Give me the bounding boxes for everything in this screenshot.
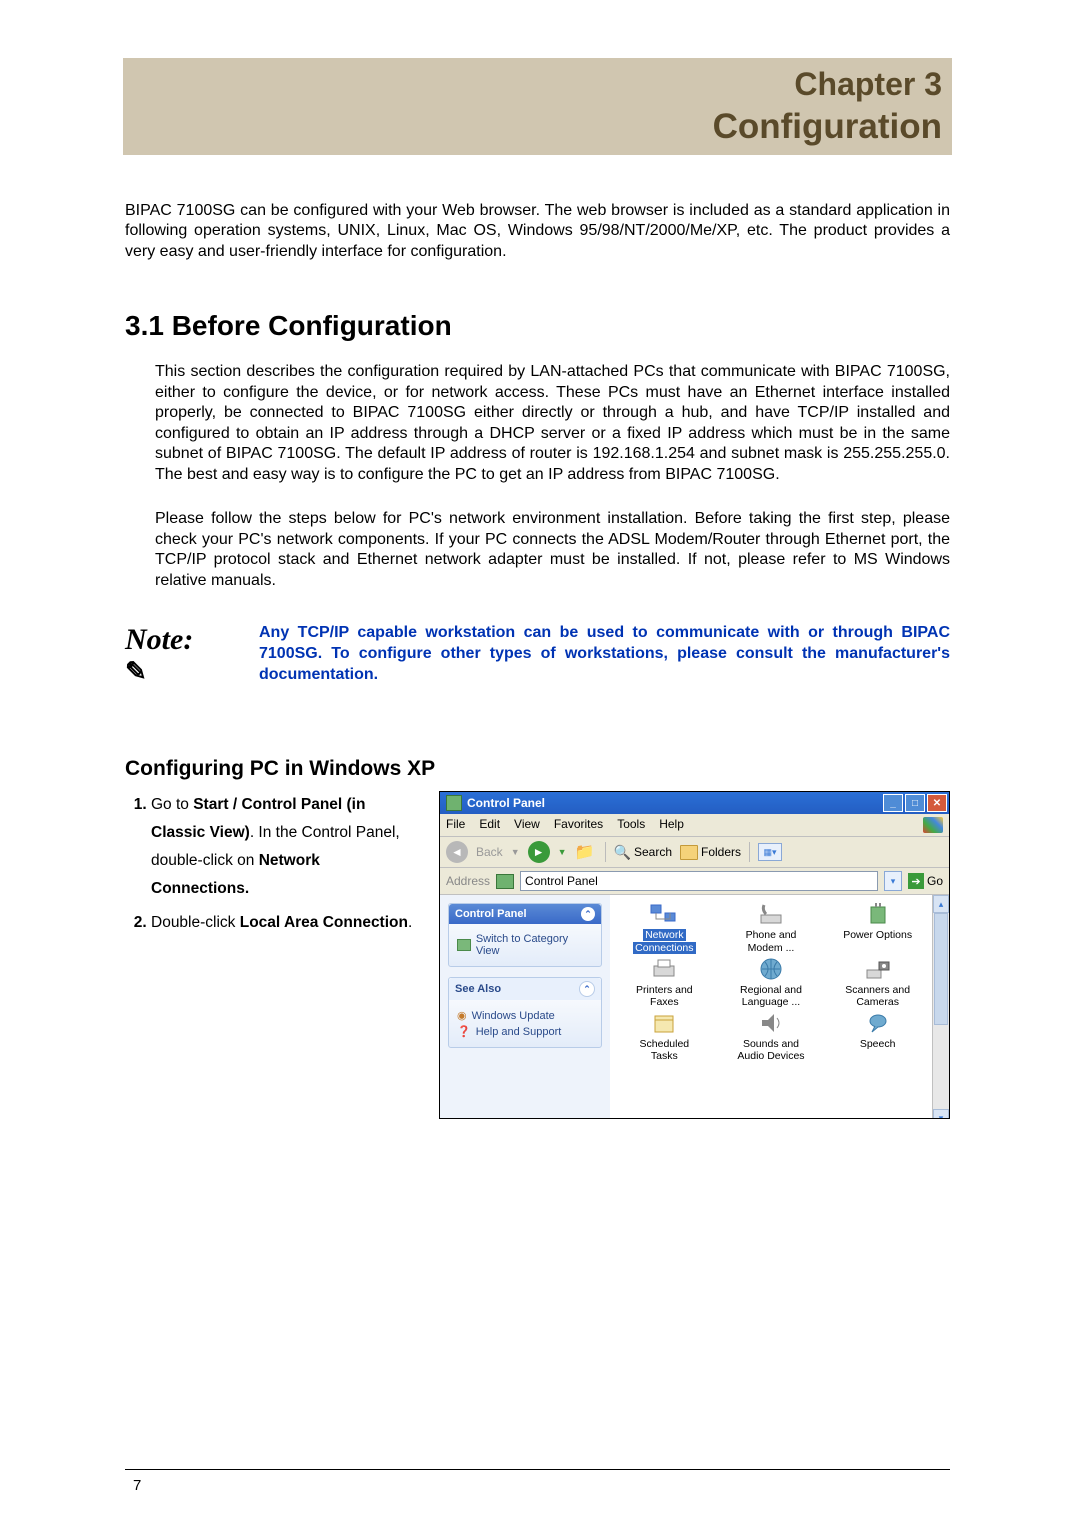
menu-favorites[interactable]: Favorites bbox=[554, 817, 603, 833]
phone-modem-icon bbox=[756, 901, 786, 927]
sounds-icon bbox=[756, 1010, 786, 1036]
cp-item-network-connections[interactable]: NetworkConnections bbox=[612, 901, 717, 953]
maximize-button[interactable]: □ bbox=[905, 794, 925, 812]
chapter-title: Configuration bbox=[123, 107, 942, 147]
scheduled-tasks-icon bbox=[649, 1010, 679, 1036]
address-field[interactable]: Control Panel bbox=[520, 871, 878, 891]
network-connections-icon bbox=[649, 901, 679, 927]
cp-item-power-options[interactable]: Power Options bbox=[825, 901, 930, 953]
close-button[interactable]: ✕ bbox=[927, 794, 947, 812]
windows-update-icon: ◉ bbox=[457, 1009, 467, 1022]
note-block: Note: ✎ Any TCP/IP capable workstation c… bbox=[125, 623, 950, 685]
toolbar: ◄ Back ▼ ► ▼ 📁 🔍Search Folders ▦▾ bbox=[440, 837, 949, 868]
cp-item-regional-language[interactable]: Regional andLanguage ... bbox=[719, 956, 824, 1008]
address-dropdown-icon[interactable]: ▾ bbox=[884, 871, 902, 891]
search-button[interactable]: 🔍Search bbox=[614, 844, 672, 861]
forward-dropdown-icon[interactable]: ▼ bbox=[558, 847, 567, 857]
up-button[interactable]: 📁 bbox=[575, 842, 597, 862]
forward-button[interactable]: ► bbox=[528, 841, 550, 863]
section-heading: 3.1 Before Configuration bbox=[125, 310, 950, 342]
menu-view[interactable]: View bbox=[514, 817, 540, 833]
cp-item-speech[interactable]: Speech bbox=[825, 1010, 930, 1062]
printers-icon bbox=[649, 956, 679, 982]
step-1: Go to Start / Control Panel (in Classic … bbox=[151, 791, 415, 903]
speech-icon bbox=[863, 1010, 893, 1036]
cp-item-scanners-cameras[interactable]: Scanners andCameras bbox=[825, 956, 930, 1008]
menu-edit[interactable]: Edit bbox=[479, 817, 500, 833]
scroll-up-icon[interactable]: ▴ bbox=[933, 895, 949, 913]
see-also-title[interactable]: See Also ⌃ bbox=[449, 978, 601, 1000]
menu-help[interactable]: Help bbox=[659, 817, 684, 833]
minimize-button[interactable]: _ bbox=[883, 794, 903, 812]
window-titlebar: Control Panel _ □ ✕ bbox=[440, 792, 949, 814]
note-icon: Note: ✎ bbox=[125, 623, 259, 685]
folders-button[interactable]: Folders bbox=[680, 845, 741, 860]
section-paragraph-1: This section describes the configuration… bbox=[155, 362, 950, 485]
steps-list: Go to Start / Control Panel (in Classic … bbox=[125, 791, 415, 1119]
vertical-scrollbar[interactable]: ▴ ▾ bbox=[932, 895, 949, 1119]
help-support-link[interactable]: ❓Help and Support bbox=[457, 1025, 593, 1038]
regional-icon bbox=[756, 956, 786, 982]
note-text: Any TCP/IP capable workstation can be us… bbox=[259, 623, 950, 685]
switch-category-view-link[interactable]: Switch to Category View bbox=[457, 933, 593, 957]
note-label: Note: bbox=[125, 623, 193, 656]
cp-item-sounds-audio[interactable]: Sounds andAudio Devices bbox=[719, 1010, 824, 1062]
see-also-box: See Also ⌃ ◉Windows Update ❓Help and Sup… bbox=[448, 977, 602, 1048]
cp-item-printers-faxes[interactable]: Printers andFaxes bbox=[612, 956, 717, 1008]
page-number: 7 bbox=[133, 1477, 141, 1494]
control-panel-task-title[interactable]: Control Panel ⌃ bbox=[449, 904, 601, 924]
intro-paragraph: BIPAC 7100SG can be configured with your… bbox=[125, 201, 950, 262]
folders-icon bbox=[680, 845, 698, 860]
control-panel-task-box: Control Panel ⌃ Switch to Category View bbox=[448, 903, 602, 967]
go-arrow-icon: ➔ bbox=[908, 873, 924, 889]
collapse-icon: ⌃ bbox=[579, 981, 595, 997]
category-view-icon bbox=[457, 939, 471, 951]
window-icon bbox=[446, 795, 462, 811]
scroll-thumb[interactable] bbox=[934, 913, 948, 1025]
address-label: Address bbox=[446, 874, 490, 888]
sub-heading: Configuring PC in Windows XP bbox=[125, 757, 950, 781]
help-icon: ❓ bbox=[457, 1025, 471, 1038]
back-label: Back bbox=[476, 845, 503, 859]
cp-item-phone-modem[interactable]: Phone andModem ... bbox=[719, 901, 824, 953]
menu-tools[interactable]: Tools bbox=[617, 817, 645, 833]
window-title: Control Panel bbox=[467, 796, 545, 810]
collapse-icon: ⌃ bbox=[581, 907, 595, 921]
back-button[interactable]: ◄ bbox=[446, 841, 468, 863]
go-button[interactable]: ➔Go bbox=[908, 873, 943, 889]
power-options-icon bbox=[863, 901, 893, 927]
menu-bar: File Edit View Favorites Tools Help bbox=[440, 814, 949, 837]
section-paragraph-2: Please follow the steps below for PC's n… bbox=[155, 509, 950, 591]
screenshot-control-panel: Control Panel _ □ ✕ File Edit View Favor… bbox=[439, 791, 950, 1119]
cp-item-scheduled-tasks[interactable]: ScheduledTasks bbox=[612, 1010, 717, 1062]
left-task-pane: Control Panel ⌃ Switch to Category View … bbox=[440, 895, 610, 1119]
address-bar: Address Control Panel ▾ ➔Go bbox=[440, 868, 949, 895]
windows-update-link[interactable]: ◉Windows Update bbox=[457, 1009, 593, 1022]
address-icon bbox=[496, 874, 514, 889]
note-scribble-icon: ✎ bbox=[125, 659, 255, 685]
chapter-label: Chapter 3 bbox=[123, 66, 942, 103]
scroll-down-icon[interactable]: ▾ bbox=[933, 1109, 949, 1119]
back-dropdown-icon[interactable]: ▼ bbox=[511, 847, 520, 857]
scanners-icon bbox=[863, 956, 893, 982]
chapter-header: Chapter 3 Configuration bbox=[123, 58, 952, 155]
icon-grid: NetworkConnections Phone andModem ... Po… bbox=[610, 895, 932, 1119]
footer-divider bbox=[125, 1469, 950, 1470]
search-icon: 🔍 bbox=[614, 844, 631, 861]
views-button[interactable]: ▦▾ bbox=[758, 843, 782, 861]
step-2: Double-click Local Area Connection. bbox=[151, 909, 415, 937]
windows-flag-icon bbox=[923, 817, 943, 833]
menu-file[interactable]: File bbox=[446, 817, 465, 833]
